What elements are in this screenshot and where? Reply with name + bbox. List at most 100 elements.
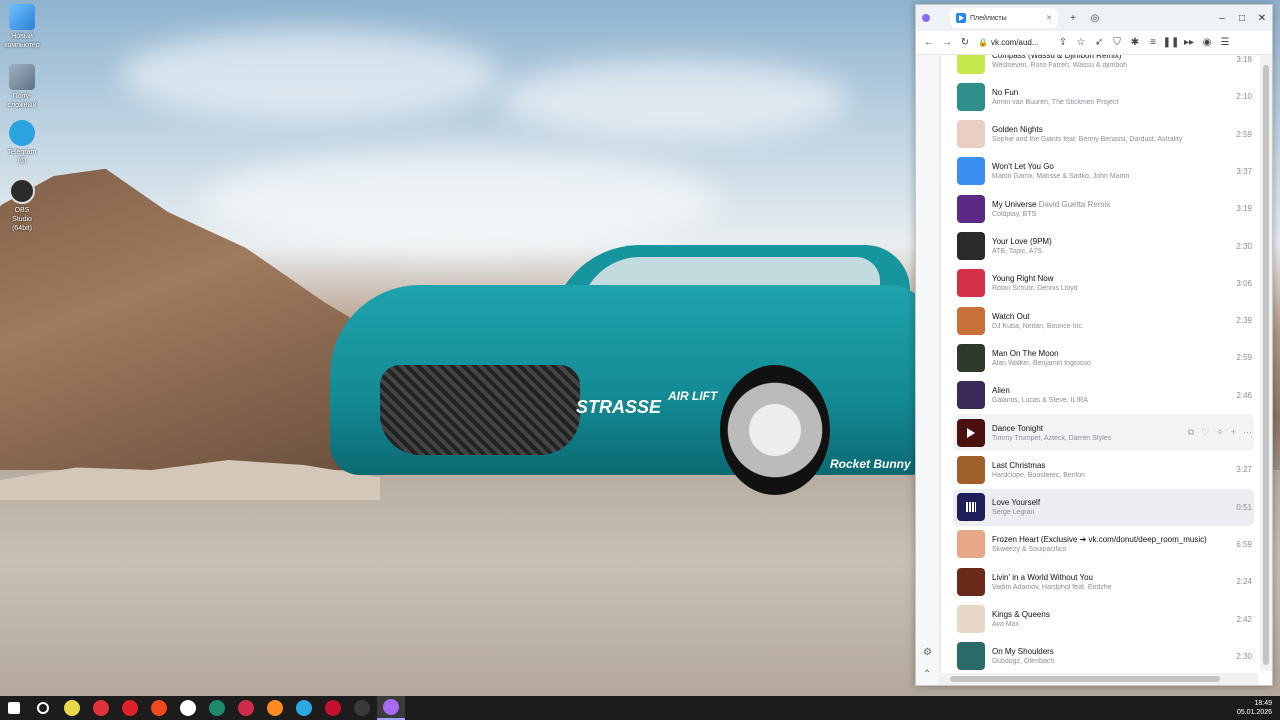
track-row[interactable]: Livin' in a World Without You Vadim Adamo… (953, 563, 1254, 600)
track-title[interactable]: Dance Tonight (992, 424, 1043, 433)
track-title[interactable]: My Universe (992, 200, 1036, 209)
taskbar-opera-gx[interactable] (232, 696, 260, 720)
back-icon[interactable]: ← (920, 37, 938, 48)
track-title-line[interactable]: Young Right Now (992, 274, 1232, 283)
bookmark-star-icon[interactable]: ☆ (1072, 37, 1090, 48)
track-row[interactable]: Watch Out DJ Kuba, Neitan, Bounce Inc. 2:3… (953, 302, 1254, 339)
taskbar-firefox[interactable] (261, 696, 289, 720)
taskbar-search[interactable] (29, 696, 57, 720)
track-title[interactable]: Frozen Heart (Exclusive ➔ vk.com/donut/d… (992, 535, 1207, 544)
album-cover[interactable] (957, 381, 985, 410)
track-title[interactable]: Won't Let You Go (992, 162, 1054, 171)
track-title-line[interactable]: Love Yourself (992, 498, 1232, 507)
clock[interactable]: 18:49 05.01.2026 (1237, 699, 1272, 717)
taskbar-edge-dev[interactable] (203, 696, 231, 720)
track-title-line[interactable]: Kings & Queens (992, 610, 1232, 619)
track-artist[interactable]: Dubdogz, Ofenbach (992, 658, 1232, 665)
track-artist[interactable]: Martin Garrix, Matisse & Sadko, John Mar… (992, 173, 1232, 180)
taskbar-brave[interactable] (145, 696, 173, 720)
incognito-icon[interactable]: ◎ (1088, 13, 1102, 24)
track-title-line[interactable]: Compass (Wassu & Djimboh Remix) (992, 55, 1232, 60)
track-row[interactable]: Love Yourself Serge Legran 0:51 (953, 488, 1254, 526)
track-artist[interactable]: Skweezy & Soulpacifico (992, 546, 1232, 553)
album-cover[interactable] (957, 642, 985, 671)
track-title-line[interactable]: Golden Nights (992, 125, 1232, 134)
album-cover[interactable] (957, 567, 985, 596)
desktop-icon-telegram[interactable]: Telegram (6) (4, 120, 40, 166)
taskbar-obs[interactable] (348, 696, 376, 720)
track-row[interactable]: No Fun Armin van Buuren, The Stickmen Pro… (953, 78, 1254, 115)
track-title-line[interactable]: Your Love (9PM) (992, 237, 1232, 246)
taskbar-edge[interactable] (290, 696, 318, 720)
track-title[interactable]: Love Yourself (992, 498, 1040, 507)
track-row[interactable]: On My Shoulders Dubdogz, Ofenbach 2:30 (953, 638, 1254, 671)
collapse-up-icon[interactable]: ⌃ (923, 669, 931, 680)
more-icon[interactable]: ⋯ (1243, 427, 1252, 438)
horizontal-scrollbar[interactable] (940, 673, 1258, 685)
extensions-icon[interactable]: ✱ (1126, 37, 1144, 48)
track-artist[interactable]: Galantis, Lucas & Steve, ILIRA (992, 397, 1232, 404)
track-row[interactable]: Won't Let You Go Martin Garrix, Matisse &… (953, 153, 1254, 190)
pause-icon[interactable]: ❚❚ (1162, 37, 1180, 48)
track-title[interactable]: Young Right Now (992, 274, 1054, 283)
album-cover[interactable] (957, 120, 985, 149)
taskbar-yandex[interactable] (174, 696, 202, 720)
settings-gear-icon[interactable]: ⚙ (923, 647, 932, 658)
track-row[interactable]: Your Love (9PM) ATB, Topic, A7S 2:30 (953, 228, 1254, 265)
album-cover[interactable] (957, 269, 985, 298)
scroll-thumb[interactable] (1263, 65, 1269, 665)
track-title[interactable]: No Fun (992, 88, 1018, 97)
track-artist[interactable]: Ava Max (992, 621, 1232, 628)
desktop-icon-computer[interactable]: Новый компьютер (4, 4, 40, 50)
album-cover[interactable] (957, 194, 985, 223)
album-cover[interactable] (957, 343, 985, 372)
shield-icon[interactable]: ⛉ (1108, 37, 1126, 48)
track-artist[interactable]: ATB, Topic, A7S (992, 248, 1232, 255)
sparkle-icon[interactable]: ✧ (1216, 427, 1224, 438)
album-cover[interactable] (957, 306, 985, 335)
track-artist[interactable]: Alan Walker, Benjamin Ingrosso (992, 360, 1232, 367)
track-artist[interactable]: Timmy Trumpet, Azteck, Darren Styles (992, 435, 1188, 442)
track-artist[interactable]: Westseven, Ross Farren, Wassu & djimboh (992, 62, 1232, 69)
next-track-icon[interactable]: ▸▸ (1180, 37, 1198, 48)
track-title[interactable]: Kings & Queens (992, 610, 1050, 619)
track-title[interactable]: Last Christmas (992, 461, 1045, 470)
track-row[interactable]: My Universe David Guetta Remix Coldplay, … (953, 190, 1254, 227)
album-cover[interactable] (957, 605, 985, 633)
track-artist[interactable]: Vadim Adamov, Hardphol feat. Endzhe (992, 584, 1232, 591)
track-title-line[interactable]: My Universe David Guetta Remix (992, 200, 1232, 209)
track-title-line[interactable]: Alien (992, 386, 1232, 395)
menu-icon[interactable]: ☰ (1216, 37, 1234, 48)
track-title-line[interactable]: Livin' in a World Without You (992, 573, 1232, 582)
track-title[interactable]: Compass (Wassu & Djimboh Remix) (992, 55, 1122, 60)
album-cover[interactable] (957, 157, 985, 186)
track-title-line[interactable]: Man On The Moon (992, 349, 1232, 358)
reload-icon[interactable]: ↻ (956, 37, 974, 48)
track-title[interactable]: Golden Nights (992, 125, 1043, 134)
track-title-line[interactable]: Dance Tonight (992, 424, 1188, 433)
track-title-line[interactable]: Frozen Heart (Exclusive ➔ vk.com/donut/d… (992, 535, 1232, 544)
album-cover[interactable] (957, 418, 985, 447)
track-artist[interactable]: Hardclope, Boosterec, Benlon (992, 472, 1232, 479)
dislike-icon[interactable]: ♡ (1201, 427, 1209, 438)
rocket-icon[interactable]: ➶ (1090, 37, 1108, 48)
track-row[interactable]: Young Right Now Robin Schulz, Dennis Lloy… (953, 265, 1254, 302)
album-cover[interactable] (957, 232, 985, 260)
track-title[interactable]: Livin' in a World Without You (992, 573, 1093, 582)
taskbar-browser-active[interactable] (377, 696, 405, 720)
track-artist[interactable]: DJ Kuba, Neitan, Bounce Inc. (992, 323, 1232, 330)
album-cover[interactable] (957, 82, 985, 111)
track-row[interactable]: Kings & Queens Ava Max 2:42 (953, 601, 1254, 638)
taskbar-opera-red[interactable] (319, 696, 347, 720)
vertical-scrollbar[interactable] (1260, 55, 1272, 671)
address-bar[interactable]: 🔒 vk.com/aud... (978, 38, 1054, 47)
track-title[interactable]: Watch Out (992, 312, 1030, 321)
album-cover[interactable] (957, 530, 985, 559)
desktop-icon-recycle[interactable]: Полу-сложный (4, 64, 40, 110)
track-artist[interactable]: Robin Schulz, Dennis Lloyd (992, 285, 1232, 292)
desktop-icon-obs[interactable]: OBS Studio (64bit) (4, 178, 40, 233)
add-icon[interactable]: + (1231, 427, 1236, 438)
taskbar-file-manager[interactable] (58, 696, 86, 720)
track-title-line[interactable]: Last Christmas (992, 461, 1232, 470)
close-button[interactable]: ✕ (1252, 13, 1272, 24)
